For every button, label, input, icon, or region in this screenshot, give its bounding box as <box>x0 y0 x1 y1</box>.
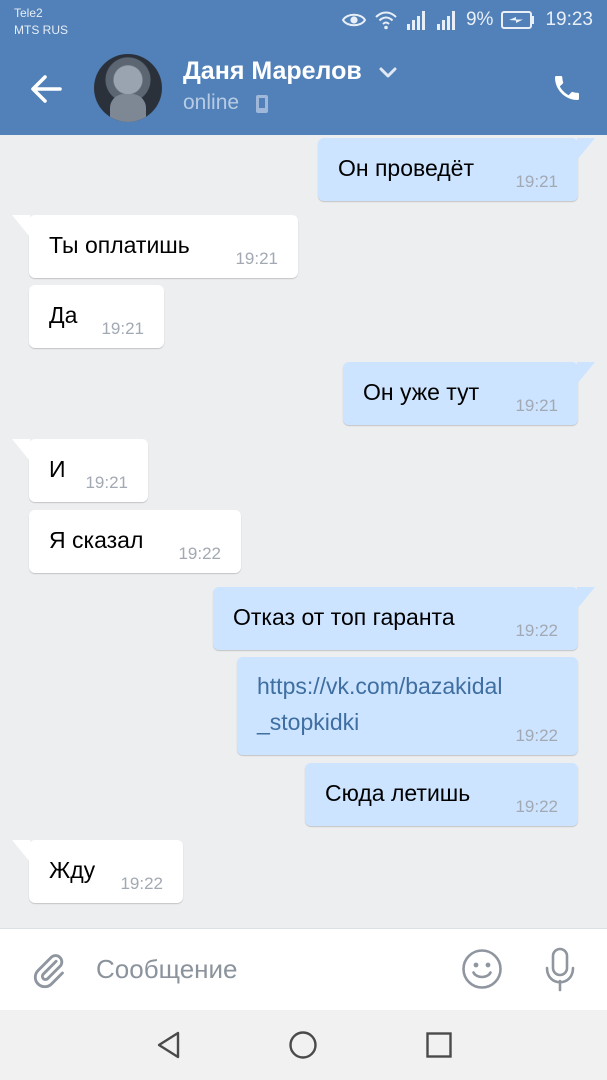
outgoing-message[interactable]: https://vk.com/bazakidal _stopkidki 19:2… <box>237 657 578 755</box>
avatar[interactable] <box>94 54 162 122</box>
outgoing-message[interactable]: Он проведёт 19:21 <box>318 138 578 201</box>
incoming-message[interactable]: Жду 19:22 <box>29 840 183 903</box>
message-text: Сюда летишь <box>325 780 471 806</box>
outgoing-message[interactable]: Сюда летишь 19:22 <box>305 763 578 826</box>
message-composer <box>0 928 607 1010</box>
bubble-tail <box>577 138 595 160</box>
signal-icon <box>436 11 455 30</box>
link-line-2: _stopkidki <box>257 709 360 735</box>
message-time: 19:22 <box>178 544 221 563</box>
battery-percent: 9% <box>465 9 494 30</box>
incoming-message[interactable]: Ты оплатишь 19:21 <box>29 215 298 278</box>
microphone-icon[interactable] <box>543 947 577 993</box>
link-line-1: https://vk.com/bazakidal <box>257 673 503 699</box>
status-bar-right: 9% 19:23 <box>341 9 593 31</box>
incoming-message[interactable]: Я сказал 19:22 <box>29 510 241 573</box>
message-time: 19:21 <box>515 172 558 191</box>
bubble-tail <box>12 215 30 237</box>
message-time: 19:22 <box>515 726 558 745</box>
eye-icon <box>341 13 366 27</box>
bubble-tail <box>12 439 30 461</box>
emoji-icon[interactable] <box>461 948 503 990</box>
contact-name[interactable]: Даня Марелов <box>183 57 362 86</box>
chevron-down-icon[interactable] <box>378 66 398 80</box>
message-input[interactable] <box>96 947 436 991</box>
message-list[interactable]: Он проведёт 19:21 Ты оплатишь 19:21 Да 1… <box>0 135 607 928</box>
battery-charging-icon <box>501 11 535 29</box>
signal-icon <box>406 11 425 30</box>
recents-square-icon[interactable] <box>424 1030 454 1060</box>
paperclip-icon[interactable] <box>30 950 68 990</box>
wifi-icon <box>375 11 397 30</box>
message-time: 19:22 <box>515 621 558 640</box>
message-text: Он уже тут <box>363 379 480 405</box>
carrier-name-2: MTS RUS <box>14 23 68 37</box>
incoming-message[interactable]: И 19:21 <box>29 439 148 502</box>
message-link[interactable]: https://vk.com/bazakidal _stopkidki <box>257 668 558 740</box>
bubble-tail <box>12 840 30 862</box>
outgoing-message[interactable]: Он уже тут 19:21 <box>343 362 578 425</box>
message-time: 19:22 <box>120 874 163 893</box>
message-time: 19:21 <box>101 319 144 338</box>
back-triangle-icon[interactable] <box>154 1030 184 1060</box>
presence-status: online <box>183 91 240 114</box>
message-text: Да <box>49 302 78 328</box>
message-text: Отказ от топ гаранта <box>233 604 455 630</box>
message-time: 19:21 <box>515 396 558 415</box>
home-circle-icon[interactable] <box>288 1030 318 1060</box>
outgoing-message[interactable]: Отказ от топ гаранта 19:22 <box>213 587 578 650</box>
message-time: 19:21 <box>85 473 128 492</box>
mobile-icon <box>256 95 268 113</box>
message-text: Я сказал <box>49 527 144 553</box>
message-time: 19:22 <box>515 797 558 816</box>
status-time: 19:23 <box>545 9 593 30</box>
back-button[interactable] <box>26 70 66 108</box>
system-navigation-bar <box>0 1010 607 1080</box>
message-text: Он проведёт <box>338 155 475 181</box>
message-text: Жду <box>49 857 96 883</box>
back-arrow-icon <box>31 75 62 103</box>
app-header: Tele2 MTS RUS 9% 19:23 Даня Марелов onli… <box>0 0 607 135</box>
bubble-tail <box>577 362 595 384</box>
bubble-tail <box>577 587 595 609</box>
incoming-message[interactable]: Да 19:21 <box>29 285 164 348</box>
phone-icon <box>555 76 579 100</box>
message-time: 19:21 <box>235 249 278 268</box>
message-text: И <box>49 456 66 482</box>
call-button[interactable] <box>551 72 583 104</box>
message-text: Ты оплатишь <box>49 232 190 258</box>
carrier-name-1: Tele2 <box>14 6 43 20</box>
